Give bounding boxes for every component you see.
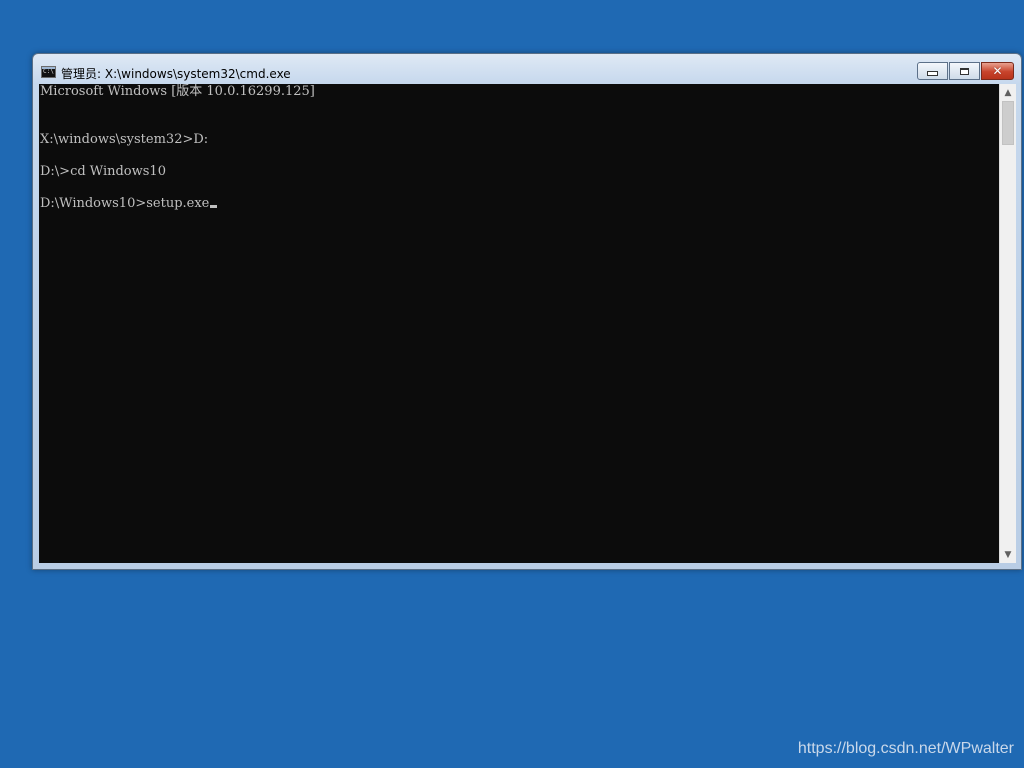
close-button[interactable]: ✕ <box>981 62 1014 80</box>
window-title: 管理员: X:\windows\system32\cmd.exe <box>61 67 291 81</box>
console-line: Microsoft Windows [版本 10.0.16299.125] <box>40 84 315 99</box>
scrollbar-thumb[interactable] <box>1002 101 1014 145</box>
cmd-window: C:\ 管理员: X:\windows\system32\cmd.exe ✕ M… <box>32 53 1022 570</box>
title-bar[interactable]: C:\ 管理员: X:\windows\system32\cmd.exe ✕ <box>33 54 1021 84</box>
console-line: X:\windows\system32>D: <box>40 132 209 147</box>
caption-buttons: ✕ <box>916 62 1014 80</box>
minimize-button[interactable] <box>917 62 948 80</box>
console-output[interactable]: Microsoft Windows [版本 10.0.16299.125] X:… <box>39 84 999 563</box>
maximize-button[interactable] <box>949 62 980 80</box>
scroll-up-icon[interactable]: ▲ <box>1000 84 1016 101</box>
console-line: D:\>cd Windows10 <box>40 164 166 179</box>
close-icon: ✕ <box>992 64 1003 78</box>
maximize-icon <box>960 67 969 75</box>
desktop: C:\ 管理员: X:\windows\system32\cmd.exe ✕ M… <box>0 0 1024 768</box>
minimize-icon <box>927 70 938 76</box>
cmd-icon[interactable]: C:\ <box>41 66 56 78</box>
watermark: https://blog.csdn.net/WPwalter <box>797 740 1014 757</box>
scroll-down-icon[interactable]: ▼ <box>1000 546 1016 563</box>
console-prompt-line[interactable]: D:\Windows10>setup.exe <box>40 196 218 212</box>
console-command: D:\Windows10>setup.exe <box>40 196 210 211</box>
cmd-icon-text: C:\ <box>43 68 54 75</box>
vertical-scrollbar[interactable]: ▲ ▼ <box>999 84 1016 563</box>
text-cursor <box>210 205 218 208</box>
